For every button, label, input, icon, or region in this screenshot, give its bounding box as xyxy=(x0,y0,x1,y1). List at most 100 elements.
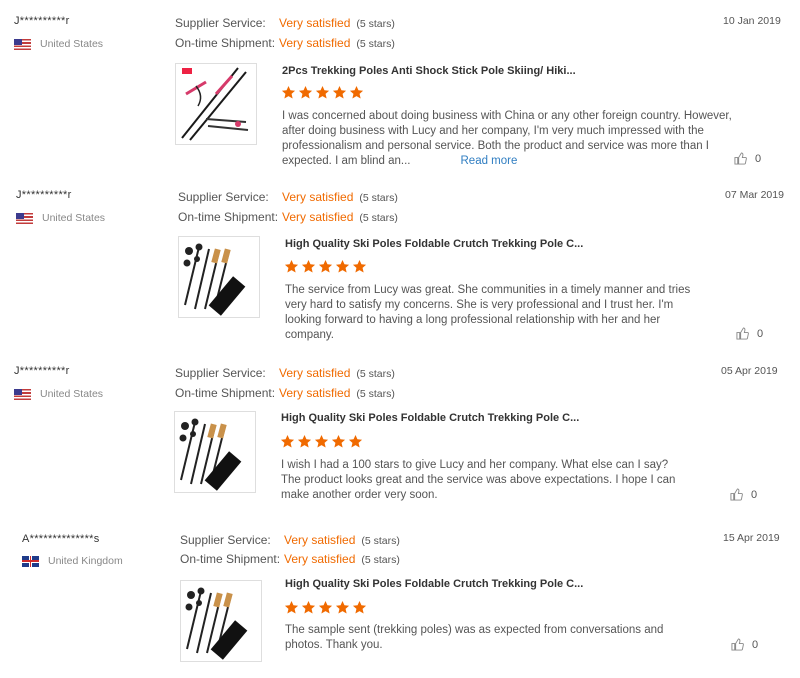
supplier-service-label: Supplier Service: xyxy=(175,366,266,380)
star-icon xyxy=(349,85,364,99)
shipment-label: On-time Shipment: xyxy=(175,386,276,400)
review-body: I wish I had a 100 stars to give Lucy an… xyxy=(281,459,676,501)
star-icon xyxy=(318,600,333,614)
star-icon xyxy=(332,85,347,99)
supplier-service-rating: Supplier Service: Very satisfied (5 star… xyxy=(178,190,398,204)
review-date: 10 Jan 2019 xyxy=(723,15,781,27)
buyer-name: A**************s xyxy=(22,533,100,545)
buyer-name: J**********r xyxy=(14,365,70,377)
ski-poles-image xyxy=(185,587,248,660)
supplier-service-stars: (5 stars) xyxy=(361,535,400,547)
product-title-link[interactable]: High Quality Ski Poles Foldable Crutch T… xyxy=(281,412,579,424)
supplier-service-stars: (5 stars) xyxy=(356,368,395,380)
review-star-rating xyxy=(281,85,364,100)
star-icon xyxy=(297,434,312,448)
supplier-service-value: Very satisfied xyxy=(284,533,356,547)
review-body: The sample sent (trekking poles) was as … xyxy=(285,624,664,651)
star-icon xyxy=(315,85,330,99)
thumbs-up-icon xyxy=(734,152,747,165)
shipment-stars: (5 stars) xyxy=(356,38,395,50)
supplier-service-value: Very satisfied xyxy=(279,16,351,30)
country-name: United States xyxy=(40,38,104,50)
supplier-service-value: Very satisfied xyxy=(282,190,354,204)
star-icon xyxy=(284,259,299,273)
review-star-rating xyxy=(280,434,363,449)
shipment-rating: On-time Shipment: Very satisfied (5 star… xyxy=(178,210,398,224)
thumbs-up-icon xyxy=(730,488,743,501)
shipment-value: Very satisfied xyxy=(284,552,356,566)
review-text: I was concerned about doing business wit… xyxy=(282,109,736,169)
ski-poles-image xyxy=(179,418,242,491)
review-date: 05 Apr 2019 xyxy=(721,365,778,377)
buyer-country: United States xyxy=(16,212,105,224)
shipment-rating: On-time Shipment: Very satisfied (5 star… xyxy=(180,552,400,566)
like-count: 0 xyxy=(752,638,759,651)
like-button[interactable]: 0 xyxy=(734,152,761,165)
star-icon xyxy=(352,259,367,273)
review-text: I wish I had a 100 stars to give Lucy an… xyxy=(281,458,687,503)
star-icon xyxy=(298,85,313,99)
shipment-label: On-time Shipment: xyxy=(178,210,279,224)
shipment-value: Very satisfied xyxy=(279,386,351,400)
star-icon xyxy=(301,600,316,614)
review-body: The service from Lucy was great. She com… xyxy=(285,284,691,341)
supplier-service-stars: (5 stars) xyxy=(356,18,395,30)
shipment-stars: (5 stars) xyxy=(359,212,398,224)
shipment-rating: On-time Shipment: Very satisfied (5 star… xyxy=(175,36,395,50)
product-thumbnail[interactable] xyxy=(178,236,260,318)
star-icon xyxy=(352,600,367,614)
like-count: 0 xyxy=(751,488,758,501)
ski-poles-image xyxy=(183,243,246,316)
review-text: The service from Lucy was great. She com… xyxy=(285,283,691,343)
like-button[interactable]: 0 xyxy=(730,488,757,501)
buyer-country: United Kingdom xyxy=(22,555,123,567)
product-thumbnail[interactable] xyxy=(175,63,257,145)
supplier-service-rating: Supplier Service: Very satisfied (5 star… xyxy=(175,16,395,30)
product-thumbnail[interactable] xyxy=(180,580,262,662)
shipment-value: Very satisfied xyxy=(282,210,354,224)
country-name: United States xyxy=(42,212,106,224)
us-flag-icon xyxy=(14,388,31,400)
star-icon xyxy=(284,600,299,614)
product-thumbnail[interactable] xyxy=(174,411,256,493)
star-icon xyxy=(331,434,346,448)
review-date: 15 Apr 2019 xyxy=(723,532,780,544)
star-icon xyxy=(280,434,295,448)
product-title-link[interactable]: 2Pcs Trekking Poles Anti Shock Stick Pol… xyxy=(282,65,576,77)
star-icon xyxy=(318,259,333,273)
buyer-name: J**********r xyxy=(14,15,70,27)
review-star-rating xyxy=(284,600,367,615)
supplier-service-rating: Supplier Service: Very satisfied (5 star… xyxy=(175,366,395,380)
thumbs-up-icon xyxy=(731,638,744,651)
star-icon xyxy=(335,600,350,614)
read-more-link[interactable]: Read more xyxy=(461,155,518,167)
trekking-poles-image xyxy=(181,67,249,141)
shipment-rating: On-time Shipment: Very satisfied (5 star… xyxy=(175,386,395,400)
supplier-service-label: Supplier Service: xyxy=(178,190,269,204)
supplier-service-label: Supplier Service: xyxy=(180,533,271,547)
shipment-value: Very satisfied xyxy=(279,36,351,50)
review-star-rating xyxy=(284,259,367,274)
shipment-label: On-time Shipment: xyxy=(180,552,281,566)
supplier-service-stars: (5 stars) xyxy=(359,192,398,204)
supplier-service-rating: Supplier Service: Very satisfied (5 star… xyxy=(180,533,400,547)
uk-flag-icon xyxy=(22,555,39,567)
like-count: 0 xyxy=(755,152,762,165)
buyer-country: United States xyxy=(14,388,103,400)
buyer-name: J**********r xyxy=(16,189,72,201)
product-title-link[interactable]: High Quality Ski Poles Foldable Crutch T… xyxy=(285,238,583,250)
star-icon xyxy=(281,85,296,99)
supplier-service-value: Very satisfied xyxy=(279,366,351,380)
like-button[interactable]: 0 xyxy=(736,327,763,340)
product-title-link[interactable]: High Quality Ski Poles Foldable Crutch T… xyxy=(285,578,583,590)
shipment-label: On-time Shipment: xyxy=(175,36,276,50)
star-icon xyxy=(314,434,329,448)
buyer-country: United States xyxy=(14,38,103,50)
review-text: The sample sent (trekking poles) was as … xyxy=(285,623,691,653)
star-icon xyxy=(348,434,363,448)
supplier-service-label: Supplier Service: xyxy=(175,16,266,30)
shipment-stars: (5 stars) xyxy=(356,388,395,400)
like-count: 0 xyxy=(757,327,764,340)
like-button[interactable]: 0 xyxy=(731,638,758,651)
star-icon xyxy=(335,259,350,273)
